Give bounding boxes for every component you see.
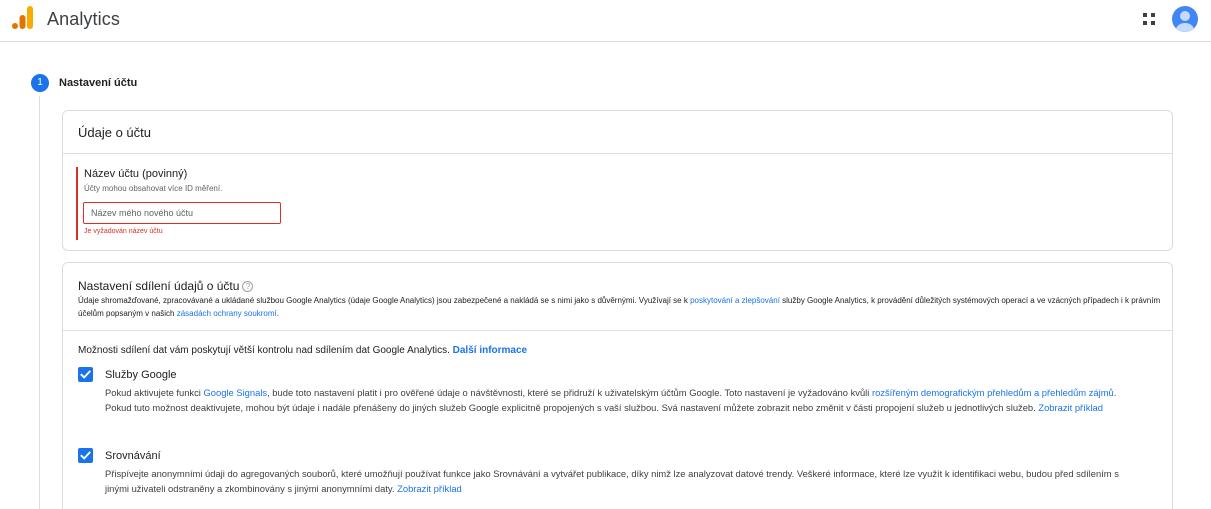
checkmark-icon <box>80 451 91 460</box>
analytics-logo-icon[interactable] <box>12 6 34 30</box>
data-sharing-title-text: Nastavení sdílení údajů o účtu <box>78 279 240 293</box>
demographic-reports-link[interactable]: rozšířeným demografickým přehledům a pře… <box>872 387 1114 398</box>
show-example-link[interactable]: Zobrazit příklad <box>397 483 462 494</box>
card-divider <box>63 153 1172 154</box>
benchmarking-title: Srovnávání <box>105 450 161 462</box>
benchmarking-description: Přispívejte anonymními údaji do agregova… <box>105 466 1145 496</box>
privacy-policy-link[interactable]: zásadách ochrany soukromí <box>177 309 277 318</box>
account-name-input[interactable] <box>83 202 281 224</box>
google-signals-link[interactable]: Google Signals <box>204 387 268 398</box>
option-text: , bude toto nastavení platit i pro ověře… <box>267 387 872 398</box>
option-text: Přispívejte anonymními údaji do agregova… <box>105 468 1119 494</box>
card-divider <box>63 330 1172 331</box>
person-icon <box>1176 11 1194 32</box>
account-name-error: Je vyžadován název účtu <box>84 228 163 235</box>
google-services-description: Pokud aktivujete funkci Google Signals, … <box>105 385 1145 415</box>
description-text: . <box>276 309 280 318</box>
app-title: Analytics <box>47 9 120 29</box>
option-text: Pokud aktivujete funkci <box>105 387 204 398</box>
error-indicator-bar <box>76 167 78 240</box>
stepper-line <box>39 96 40 509</box>
google-services-checkbox[interactable] <box>78 367 93 382</box>
provide-improve-link[interactable]: poskytování a zlepšování <box>690 296 780 305</box>
data-sharing-card: Nastavení sdílení údajů o účtu? Údaje sh… <box>62 262 1173 509</box>
options-intro-text: Možnosti sdílení dat vám poskytují větší… <box>78 345 453 356</box>
benchmarking-checkbox[interactable] <box>78 448 93 463</box>
checkmark-icon <box>80 370 91 379</box>
description-text: Údaje shromažďované, zpracovávané a uklá… <box>78 296 691 305</box>
learn-more-link[interactable]: Další informace <box>453 345 527 356</box>
account-details-card: Údaje o účtu Název účtu (povinný) Účty m… <box>62 110 1173 251</box>
data-sharing-title: Nastavení sdílení údajů o účtu? <box>78 279 254 293</box>
help-icon[interactable]: ? <box>242 281 254 292</box>
step-title: Nastavení účtu <box>59 77 138 89</box>
account-details-title: Údaje o účtu <box>78 125 151 140</box>
show-example-link[interactable]: Zobrazit příklad <box>1038 402 1103 413</box>
google-services-title: Služby Google <box>105 369 177 381</box>
account-name-hint: Účty mohou obsahovat více ID měření. <box>84 184 223 193</box>
account-avatar[interactable] <box>1172 6 1198 32</box>
options-intro: Možnosti sdílení dat vám poskytují větší… <box>78 345 527 356</box>
data-sharing-description: Údaje shromažďované, zpracovávané a uklá… <box>78 294 1163 320</box>
account-name-label: Název účtu (povinný) <box>84 168 188 180</box>
apps-grid-icon[interactable] <box>1143 13 1155 25</box>
step-number-badge: 1 <box>31 74 49 92</box>
app-header: Analytics <box>0 0 1211 42</box>
